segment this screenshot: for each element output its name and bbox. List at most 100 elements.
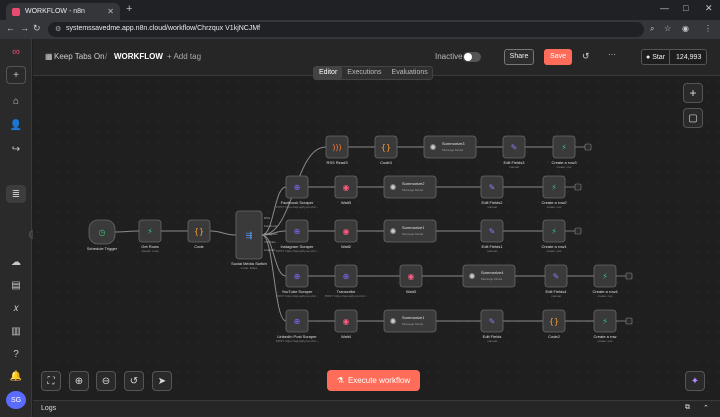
node-f2[interactable]: ◉ Wait3 (334, 175, 358, 205)
node-i5[interactable]: ⚡Create a row1create: row (541, 219, 567, 253)
add-next-node-icon[interactable] (574, 227, 582, 235)
node-f1[interactable]: ⊕Facebook ScraperPOST: https://api.apify… (276, 175, 319, 209)
node-label: Summarize1 (402, 315, 425, 320)
add-icon[interactable]: + (6, 66, 26, 84)
node-n4[interactable]: ⇶Social Media Switchmode: Rules (231, 210, 267, 270)
user-icon[interactable]: 👤 (6, 116, 26, 134)
node-r1[interactable]: ))) RSS Read3 (325, 135, 349, 165)
node-l4[interactable]: ✎Edit Fieldsmanual (480, 309, 504, 343)
node-subtitle: Message Model (442, 148, 464, 152)
bookmark-star-icon[interactable]: ☆ (664, 24, 671, 33)
node-y2[interactable]: ⊕TranscribePOST: https://api.apify.com/v… (325, 264, 368, 298)
zoom-out-icon[interactable]: ⊖ (96, 371, 116, 391)
add-next-node-icon[interactable] (625, 317, 633, 325)
node-subtitle: manual (487, 205, 497, 209)
profile-icon[interactable]: ◉ (682, 24, 689, 33)
close-window-icon[interactable]: ✕ (705, 3, 713, 14)
code-icon: {} (549, 317, 559, 326)
add-next-node-icon[interactable] (574, 183, 582, 191)
project-name[interactable]: Keep Tabs On (54, 52, 105, 61)
new-tab-icon[interactable]: + (126, 3, 132, 15)
zoom-icon[interactable]: ⌕ (650, 24, 654, 34)
fit-view-icon[interactable]: ⛶ (41, 371, 61, 391)
node-l2[interactable]: ◉ Wait4 (334, 309, 358, 339)
workflow-canvas[interactable]: ◷ Schedule Trigger ⚡ Get Rows sheet1: rows {}… (33, 77, 720, 400)
cloud-icon[interactable]: ☁ (6, 253, 26, 271)
node-l3[interactable]: ✺ Summarize1 Message Model (383, 309, 437, 333)
templates-icon[interactable]: ▤ (6, 276, 26, 294)
node-y5[interactable]: ✎Edit Fields4manual (544, 264, 568, 298)
node-l1[interactable]: ⊕LinkedIn Post ScraperPOST: https://api.… (276, 309, 319, 343)
node-n1[interactable]: ◷ Schedule Trigger (87, 219, 118, 251)
close-tab-icon[interactable]: ✕ (107, 7, 114, 16)
logs-collapse-icon[interactable]: ⌃ (703, 404, 709, 412)
add-next-node-icon[interactable] (625, 272, 633, 280)
layers-icon[interactable]: ≣ (6, 185, 26, 203)
node-i4[interactable]: ✎Edit Fields1manual (480, 219, 504, 253)
more-options-icon[interactable]: ··· (608, 50, 616, 59)
variables-icon[interactable]: 𝑥 (6, 299, 26, 317)
avatar[interactable]: SG (6, 391, 26, 409)
help-icon[interactable]: ? (6, 345, 26, 363)
tab-evaluations[interactable]: Evaluations (387, 67, 433, 79)
tab-executions[interactable]: Executions (342, 67, 386, 79)
node-f3[interactable]: ✺ Summarize2 Message Model (383, 175, 437, 199)
node-i1[interactable]: ⊕Instagram ScraperPOST: https://api.apif… (276, 219, 319, 253)
github-star-button[interactable]: ● Star 124,993 (641, 49, 707, 65)
node-r2[interactable]: {} Code3 (374, 135, 398, 165)
reload-icon[interactable]: ↻ (33, 23, 41, 34)
node-y4[interactable]: ✺ Summarize4 Message Model (462, 264, 516, 288)
notifications-bell-icon[interactable]: 🔔 (6, 367, 26, 385)
save-button[interactable]: Save (544, 49, 572, 65)
node-i2[interactable]: ◉ Wait2 (334, 219, 358, 249)
share-button[interactable]: Share (504, 49, 534, 65)
node-l5[interactable]: {} Code2 (542, 309, 566, 339)
reset-zoom-icon[interactable]: ↺ (124, 371, 144, 391)
node-subtitle: create: row (598, 339, 614, 343)
ai-assistant-icon[interactable]: ✦ (685, 371, 705, 391)
browser-menu-icon[interactable]: ⋮ (704, 24, 712, 33)
logs-panel-bar[interactable]: Logs ⧉ ⌃ (33, 400, 720, 417)
node-y6[interactable]: ⚡Create a row4create: row (592, 264, 618, 298)
workflow-name[interactable]: WORKFLOW (114, 52, 163, 61)
globe-icon: ⊕ (343, 272, 350, 281)
connection-n1-n2[interactable] (114, 230, 140, 233)
node-r3[interactable]: ✺ Summarize3 Message Model (423, 135, 477, 159)
node-y3[interactable]: ◉ Wait3 (399, 264, 423, 294)
add-node-icon[interactable]: + (683, 83, 703, 103)
node-i3[interactable]: ✺ Summarize1 Message Model (383, 219, 437, 243)
connection-n3-n4[interactable] (209, 230, 237, 236)
insights-icon[interactable]: ▥ (6, 322, 26, 340)
n8n-logo-icon[interactable]: ∞ (6, 43, 26, 61)
sticky-note-icon[interactable]: ▢ (683, 108, 703, 128)
node-r5[interactable]: ⚡Create a row3create: row (551, 135, 577, 169)
node-f4[interactable]: ✎Edit Fields2manual (480, 175, 504, 209)
history-icon[interactable]: ↺ (582, 51, 590, 62)
share-arrow-icon[interactable]: ↪ (6, 140, 26, 158)
node-subtitle: POST: https://api.apify.com/v2... (276, 339, 319, 343)
tab-editor[interactable]: Editor (314, 67, 343, 79)
node-r4[interactable]: ✎Edit Fields3manual (502, 135, 526, 169)
maximize-icon[interactable]: □ (683, 3, 688, 13)
site-info-icon[interactable]: ⚙ (55, 25, 61, 33)
minimize-icon[interactable]: — (660, 3, 669, 13)
node-l6[interactable]: ⚡Create a rowcreate: row (594, 309, 617, 343)
browser-tab[interactable]: WORKFLOW - n8n ✕ (6, 3, 120, 20)
logs-popout-icon[interactable]: ⧉ (685, 404, 690, 412)
back-icon[interactable]: ← (6, 23, 15, 33)
add-next-node-icon[interactable] (584, 143, 592, 151)
add-tag-link[interactable]: + Add tag (167, 52, 201, 61)
url-field[interactable]: ⚙ systemssavedme.app.n8n.cloud/workflow/… (48, 22, 644, 37)
home-icon[interactable]: ⌂ (6, 92, 26, 110)
active-toggle[interactable] (463, 52, 481, 62)
node-n3[interactable]: {} Code (187, 219, 211, 249)
pointer-tool-icon[interactable]: ➤ (152, 371, 172, 391)
node-label: Summarize3 (442, 141, 465, 146)
forward-icon[interactable]: → (20, 23, 29, 33)
zoom-in-icon[interactable]: ⊕ (69, 371, 89, 391)
node-y1[interactable]: ⊕YouTube ScraperPOST: https://api.apify.… (276, 264, 319, 298)
switch-output-label: LinkedIn (264, 248, 276, 252)
execute-workflow-button[interactable]: ⚗ Execute workflow (327, 370, 420, 391)
node-n2[interactable]: ⚡Get Rowssheet1: rows (138, 219, 162, 253)
node-f5[interactable]: ⚡Create a row2create: row (541, 175, 567, 209)
